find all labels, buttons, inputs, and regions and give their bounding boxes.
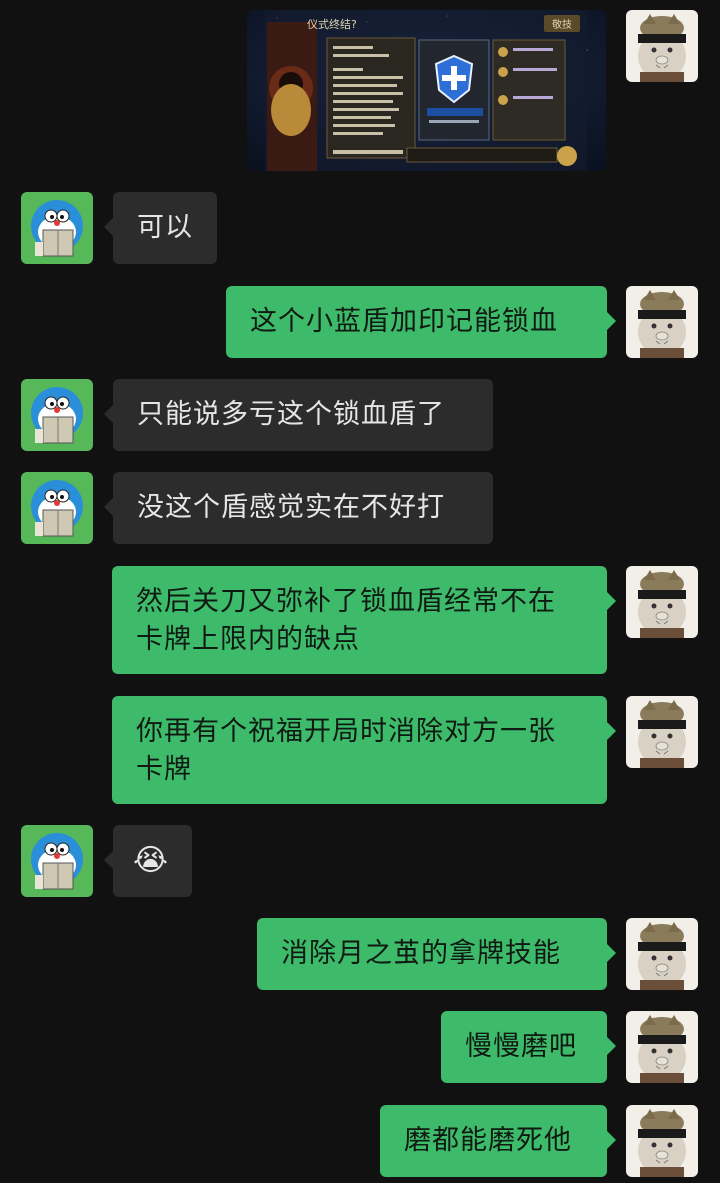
doraemon-avatar-icon: [21, 192, 93, 264]
message-text: 消除月之茧的拿牌技能: [281, 938, 561, 969]
crying-emoji-icon: 😭: [133, 843, 170, 878]
game-screenshot-image[interactable]: 仪式终结? 敬技: [247, 10, 606, 171]
cat-avatar-icon: [626, 286, 698, 358]
message-bubble[interactable]: 可以: [104, 192, 217, 264]
game-scene-image: [247, 10, 606, 171]
message-bubble[interactable]: 没这个盾感觉实在不好打: [104, 472, 493, 544]
message-text-line: 卡牌: [136, 754, 192, 785]
cat-avatar-icon: [626, 10, 698, 82]
doraemon-avatar-icon: [21, 379, 93, 451]
sender-avatar[interactable]: [626, 566, 698, 638]
message-bubble[interactable]: 你再有个祝福开局时消除对方一张 卡牌: [112, 696, 616, 804]
message-text: 只能说多亏这个锁血盾了: [137, 399, 445, 430]
cat-avatar-icon: [626, 1011, 698, 1083]
sender-avatar[interactable]: [626, 10, 698, 82]
message-bubble[interactable]: 只能说多亏这个锁血盾了: [104, 379, 493, 451]
message-bubble[interactable]: 然后关刀又弥补了锁血盾经常不在 卡牌上限内的缺点: [112, 566, 616, 674]
contact-avatar[interactable]: [21, 825, 93, 897]
cat-avatar-icon: [626, 566, 698, 638]
cat-avatar-icon: [626, 1105, 698, 1177]
sender-avatar[interactable]: [626, 918, 698, 990]
contact-avatar[interactable]: [21, 379, 93, 451]
message-text-line: 卡牌上限内的缺点: [136, 624, 360, 655]
contact-avatar[interactable]: [21, 472, 93, 544]
contact-avatar[interactable]: [21, 192, 93, 264]
message-bubble[interactable]: 这个小蓝盾加印记能锁血: [226, 286, 616, 358]
message-text: 这个小蓝盾加印记能锁血: [250, 306, 558, 337]
message-text-line: 你再有个祝福开局时消除对方一张: [136, 716, 556, 747]
message-text: 没这个盾感觉实在不好打: [137, 492, 445, 523]
message-bubble[interactable]: 😭: [104, 825, 192, 897]
message-bubble[interactable]: 磨都能磨死他: [380, 1105, 616, 1177]
doraemon-avatar-icon: [21, 472, 93, 544]
message-bubble[interactable]: 消除月之茧的拿牌技能: [257, 918, 616, 990]
doraemon-avatar-icon: [21, 825, 93, 897]
sender-avatar[interactable]: [626, 1011, 698, 1083]
sender-avatar[interactable]: [626, 696, 698, 768]
cat-avatar-icon: [626, 696, 698, 768]
message-text: 可以: [137, 212, 193, 243]
game-title: 仪式终结?: [307, 18, 357, 31]
message-text: 磨都能磨死他: [404, 1125, 572, 1156]
cat-avatar-icon: [626, 918, 698, 990]
game-button: 敬技: [544, 15, 580, 32]
message-bubble[interactable]: 慢慢磨吧: [441, 1011, 616, 1083]
message-text: 慢慢磨吧: [465, 1031, 577, 1062]
message-text-line: 然后关刀又弥补了锁血盾经常不在: [136, 586, 556, 617]
sender-avatar[interactable]: [626, 286, 698, 358]
sender-avatar[interactable]: [626, 1105, 698, 1177]
